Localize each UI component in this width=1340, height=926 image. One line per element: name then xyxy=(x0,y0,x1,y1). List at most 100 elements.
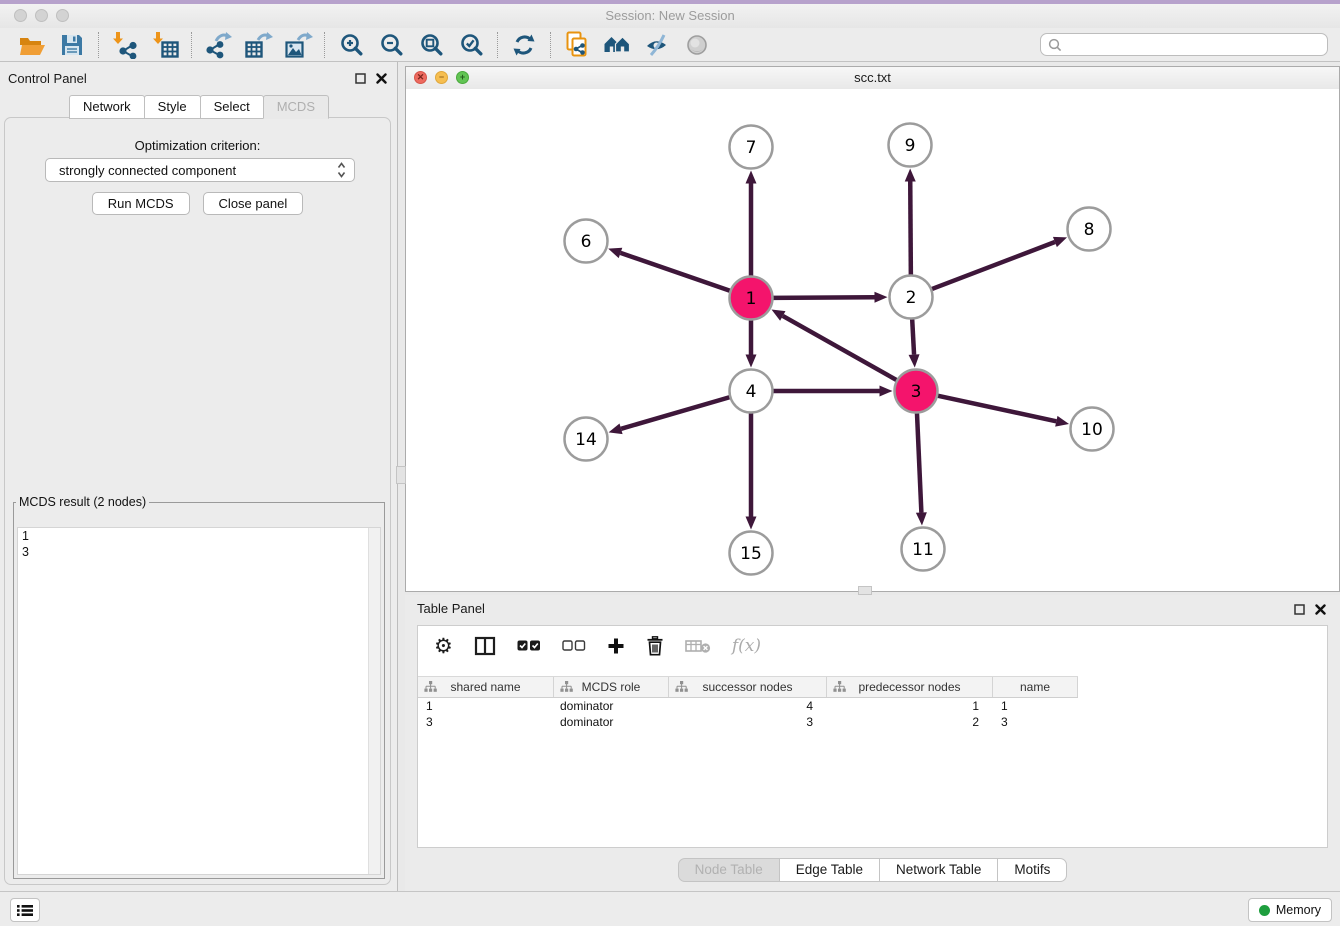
hierarchy-icon xyxy=(560,681,573,693)
svg-text:10: 10 xyxy=(1081,420,1103,440)
graph-node-7[interactable]: 7 xyxy=(730,126,773,169)
close-panel-icon[interactable] xyxy=(376,71,387,89)
run-mcds-button[interactable]: Run MCDS xyxy=(92,192,190,215)
svg-text:8: 8 xyxy=(1084,220,1095,240)
close-table-panel-icon[interactable] xyxy=(1315,602,1326,620)
tab-network-table[interactable]: Network Table xyxy=(879,858,998,882)
mcds-result-group: MCDS result (2 nodes) 1 3 xyxy=(13,495,385,879)
graph-edge-4-14 xyxy=(609,397,731,434)
column-label: name xyxy=(1020,680,1050,694)
import-network-button[interactable] xyxy=(105,30,145,60)
tab-mcds[interactable]: MCDS xyxy=(263,95,329,119)
duplicate-network-button[interactable] xyxy=(557,30,597,60)
delete-column-button[interactable] xyxy=(646,636,664,656)
function-builder-button[interactable]: f(x) xyxy=(732,636,761,656)
refresh-button[interactable] xyxy=(504,30,544,60)
column-label: predecessor nodes xyxy=(858,680,960,694)
control-panel-title: Control Panel xyxy=(8,71,87,86)
column-label: shared name xyxy=(450,680,520,694)
graph-node-9[interactable]: 9 xyxy=(889,124,932,167)
network-canvas[interactable]: 1 2 3 4 6 7 8 9 10 11 14 15 xyxy=(406,89,1339,591)
graph-node-6[interactable]: 6 xyxy=(565,220,608,263)
graph-node-1[interactable]: 1 xyxy=(730,277,773,320)
graph-edge-3-1 xyxy=(771,310,897,381)
mcds-result-title: MCDS result (2 nodes) xyxy=(16,495,149,509)
home-layout-button[interactable] xyxy=(597,30,637,60)
column-header-name[interactable]: name xyxy=(993,677,1078,697)
table-settings-button[interactable]: ⚙ xyxy=(434,636,453,656)
import-table-button[interactable] xyxy=(145,30,185,60)
show-graphics-button[interactable] xyxy=(677,30,717,60)
svg-text:1: 1 xyxy=(746,289,757,309)
graph-node-15[interactable]: 15 xyxy=(730,532,773,575)
open-session-button[interactable] xyxy=(12,30,52,60)
gear-icon: ⚙ xyxy=(434,636,453,656)
column-header-shared-name[interactable]: shared name xyxy=(418,677,554,697)
add-column-button[interactable] xyxy=(607,637,625,655)
tab-node-table[interactable]: Node Table xyxy=(678,858,780,882)
duplicate-network-icon xyxy=(563,31,591,59)
zoom-in-button[interactable] xyxy=(331,30,371,60)
graph-node-4[interactable]: 4 xyxy=(730,370,773,413)
graph-edge-1-7 xyxy=(746,171,757,277)
graph-node-14[interactable]: 14 xyxy=(565,418,608,461)
export-image-icon xyxy=(283,31,313,59)
export-image-button[interactable] xyxy=(278,30,318,60)
export-network-button[interactable] xyxy=(198,30,238,60)
graph-node-10[interactable]: 10 xyxy=(1071,408,1114,451)
cell-mcds-role: dominator xyxy=(554,714,669,730)
svg-text:4: 4 xyxy=(746,382,757,402)
graph-node-3[interactable]: 3 xyxy=(895,370,938,413)
graph-node-11[interactable]: 11 xyxy=(902,528,945,571)
search-input[interactable] xyxy=(1066,35,1327,55)
deselect-all-columns-button[interactable] xyxy=(562,640,586,652)
graph-edge-1-2 xyxy=(772,292,887,303)
status-bar: Memory xyxy=(0,891,1340,926)
graph-edge-1-6 xyxy=(608,248,730,291)
graph-node-2[interactable]: 2 xyxy=(890,276,933,319)
tab-edge-table[interactable]: Edge Table xyxy=(779,858,880,882)
column-header-successor-nodes[interactable]: successor nodes xyxy=(669,677,827,697)
export-network-icon xyxy=(203,31,233,59)
memory-button[interactable]: Memory xyxy=(1248,898,1332,922)
save-session-button[interactable] xyxy=(52,30,92,60)
graph-node-8[interactable]: 8 xyxy=(1068,208,1111,251)
zoom-in-icon xyxy=(339,32,364,57)
toggle-panes-button[interactable] xyxy=(474,636,496,656)
tab-select[interactable]: Select xyxy=(200,95,264,119)
hide-graphics-button[interactable] xyxy=(637,30,677,60)
zoom-selected-button[interactable] xyxy=(451,30,491,60)
panes-icon xyxy=(474,636,496,656)
optimization-criterion-dropdown[interactable]: strongly connected component xyxy=(45,158,355,182)
table-row[interactable]: 3 dominator 3 2 3 xyxy=(418,714,1327,730)
select-all-columns-button[interactable] xyxy=(517,640,541,652)
task-history-button[interactable] xyxy=(10,898,40,922)
export-table-icon xyxy=(243,31,273,59)
table-row[interactable]: 1 dominator 4 1 1 xyxy=(418,698,1327,714)
zoom-fit-button[interactable] xyxy=(411,30,451,60)
column-header-predecessor-nodes[interactable]: predecessor nodes xyxy=(827,677,993,697)
result-scrollbar[interactable] xyxy=(368,528,380,874)
canvas-splitter-grip[interactable] xyxy=(858,586,872,595)
svg-text:3: 3 xyxy=(911,382,922,402)
zoom-out-button[interactable] xyxy=(371,30,411,60)
tab-style[interactable]: Style xyxy=(144,95,201,119)
float-table-panel-icon[interactable] xyxy=(1294,602,1305,620)
column-header-mcds-role[interactable]: MCDS role xyxy=(554,677,669,697)
delete-table-button[interactable] xyxy=(685,638,711,654)
control-panel: Control Panel Network Style Select MCDS … xyxy=(0,62,398,891)
network-view-window: ✕ − + scc.txt 1234678910111415 xyxy=(405,66,1340,592)
tab-motifs[interactable]: Motifs xyxy=(997,858,1067,882)
svg-text:11: 11 xyxy=(912,540,934,560)
close-panel-button[interactable]: Close panel xyxy=(203,192,304,215)
mcds-result-list[interactable]: 1 3 xyxy=(17,527,381,875)
panel-splitter-grip[interactable] xyxy=(396,466,406,484)
svg-text:2: 2 xyxy=(906,288,917,308)
float-panel-icon[interactable] xyxy=(355,71,366,89)
control-panel-tabs: Network Style Select MCDS xyxy=(0,95,397,119)
column-label: successor nodes xyxy=(702,680,792,694)
result-line: 1 xyxy=(18,528,380,544)
hierarchy-icon xyxy=(833,681,846,693)
tab-network[interactable]: Network xyxy=(69,95,145,119)
export-table-button[interactable] xyxy=(238,30,278,60)
